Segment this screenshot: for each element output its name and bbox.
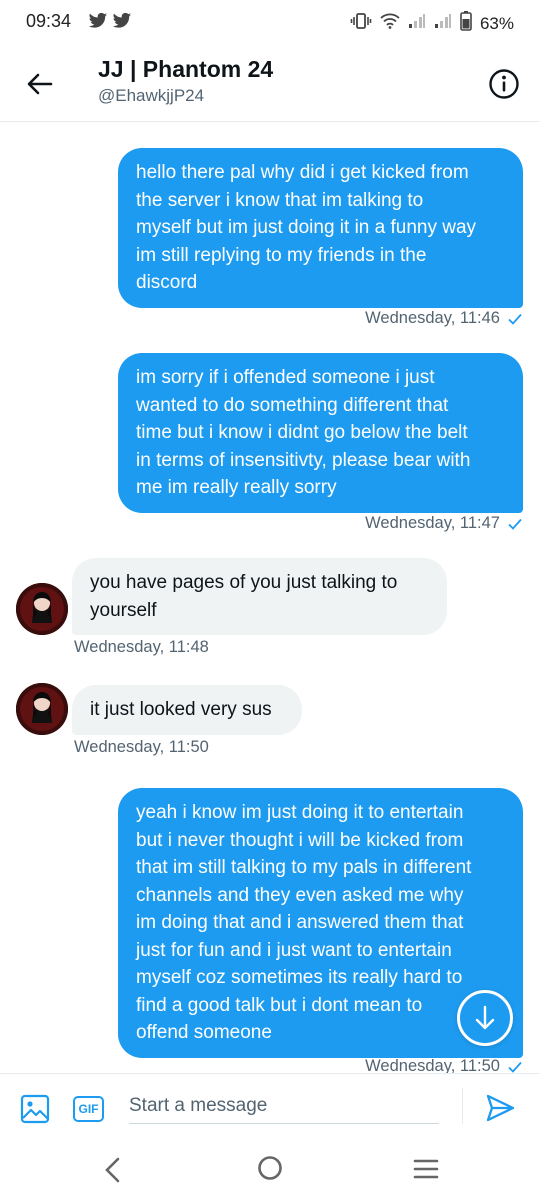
message-timestamp: Wednesday, 11:50 bbox=[74, 738, 209, 756]
scroll-to-bottom-button[interactable] bbox=[457, 990, 513, 1046]
status-bar: 09:34 63% bbox=[0, 0, 540, 44]
message-bubble-sent[interactable]: im sorry if i offended someone i just wa… bbox=[118, 353, 523, 513]
info-icon bbox=[489, 69, 519, 99]
menu-lines-icon bbox=[413, 1159, 439, 1179]
twitter-icon bbox=[112, 12, 132, 35]
signal-icon bbox=[408, 13, 426, 34]
message-timestamp: Wednesday, 11:46 bbox=[365, 309, 500, 327]
message-bubble-received[interactable]: it just looked very sus bbox=[72, 685, 302, 735]
wifi-icon bbox=[380, 13, 400, 34]
message-line: myself but im just doing it in a funny w… bbox=[136, 217, 477, 238]
conversation-info-button[interactable] bbox=[484, 64, 524, 104]
system-home-button[interactable] bbox=[256, 1154, 284, 1187]
system-back-button[interactable] bbox=[100, 1156, 124, 1189]
message-line: but i never thought i will be kicked fro… bbox=[136, 829, 464, 851]
status-time: 09:34 bbox=[26, 11, 72, 31]
message-meta: Wednesday, 11:47 bbox=[365, 514, 522, 533]
add-media-button[interactable] bbox=[20, 1094, 50, 1124]
message-line: me im really really sorry bbox=[136, 477, 337, 498]
message-line: im sorry if i offended someone i just bbox=[136, 367, 435, 388]
message-input[interactable] bbox=[129, 1088, 439, 1124]
notification-icons bbox=[88, 12, 132, 35]
message-bubble-received[interactable]: you have pages of you just talking to yo… bbox=[72, 558, 447, 635]
system-recents-button[interactable] bbox=[413, 1158, 439, 1185]
message-meta: Wednesday, 11:48 bbox=[74, 638, 209, 657]
message-composer: GIF bbox=[0, 1073, 540, 1139]
avatar-image bbox=[16, 683, 68, 735]
system-status-icons: 63% bbox=[350, 11, 514, 36]
back-button[interactable] bbox=[18, 62, 62, 106]
message-line: discord bbox=[136, 272, 198, 293]
message-line: that im still talking to my pals in diff… bbox=[136, 857, 472, 878]
arrow-left-icon bbox=[27, 73, 53, 95]
message-line: wanted to do something different that bbox=[136, 394, 449, 416]
chevron-left-icon bbox=[105, 1157, 120, 1183]
message-line: yourself bbox=[90, 599, 157, 621]
message-thread[interactable]: hello there pal why did i get kicked fro… bbox=[0, 123, 540, 1073]
message-bubble-sent[interactable]: hello there pal why did i get kicked fro… bbox=[118, 148, 523, 308]
message-line: myself coz sometimes its really hard to bbox=[136, 967, 463, 988]
vibrate-icon bbox=[350, 12, 372, 35]
message-line: the server i know that im talking to bbox=[136, 189, 424, 211]
message-line: offend someone bbox=[136, 1022, 272, 1043]
message-line: it just looked very sus bbox=[90, 699, 272, 720]
conversation-title[interactable]: JJ | Phantom 24 bbox=[98, 56, 273, 83]
message-line: find a good talk but i dont mean to bbox=[136, 994, 423, 1016]
seen-check-icon bbox=[508, 518, 522, 530]
message-meta: Wednesday, 11:50 bbox=[74, 738, 209, 757]
message-meta: Wednesday, 11:46 bbox=[365, 309, 522, 328]
message-timestamp: Wednesday, 11:50 bbox=[365, 1057, 500, 1073]
message-line: time but i know i didnt go below the bel… bbox=[136, 422, 468, 443]
battery-percentage: 63% bbox=[479, 13, 514, 33]
seen-check-icon bbox=[508, 1061, 522, 1073]
message-line: channels and they even asked me why bbox=[136, 884, 464, 906]
composer-divider bbox=[462, 1088, 463, 1124]
seen-check-icon bbox=[508, 313, 522, 325]
twitter-icon bbox=[88, 12, 108, 35]
home-circle-icon bbox=[258, 1156, 282, 1180]
message-timestamp: Wednesday, 11:47 bbox=[365, 514, 500, 532]
message-line: im still replying to my friends in the bbox=[136, 244, 427, 266]
message-line: just for fun and i just want to entertai… bbox=[136, 939, 452, 961]
message-meta: Wednesday, 11:50 bbox=[365, 1057, 522, 1073]
avatar-image bbox=[16, 583, 68, 635]
avatar[interactable] bbox=[16, 583, 68, 635]
conversation-header: JJ | Phantom 24 @EhawkjjP24 bbox=[0, 44, 540, 122]
message-line: in terms of insensitivty, please bear wi… bbox=[136, 449, 471, 471]
conversation-handle[interactable]: @EhawkjjP24 bbox=[98, 86, 204, 106]
gif-button[interactable]: GIF bbox=[73, 1096, 104, 1122]
image-icon bbox=[20, 1094, 50, 1124]
send-button[interactable] bbox=[484, 1092, 518, 1126]
battery-icon bbox=[460, 11, 472, 36]
arrow-down-icon bbox=[475, 1005, 495, 1030]
message-line: yeah i know im just doing it to entertai… bbox=[136, 802, 464, 823]
message-line: hello there pal why did i get kicked fro… bbox=[136, 162, 469, 183]
message-timestamp: Wednesday, 11:48 bbox=[74, 638, 209, 656]
system-navigation-bar bbox=[0, 1140, 540, 1200]
signal-icon bbox=[434, 13, 452, 34]
message-line: you have pages of you just talking to bbox=[90, 572, 398, 593]
message-line: im doing that and i answered them that bbox=[136, 912, 464, 933]
send-icon bbox=[486, 1094, 515, 1122]
avatar[interactable] bbox=[16, 683, 68, 735]
